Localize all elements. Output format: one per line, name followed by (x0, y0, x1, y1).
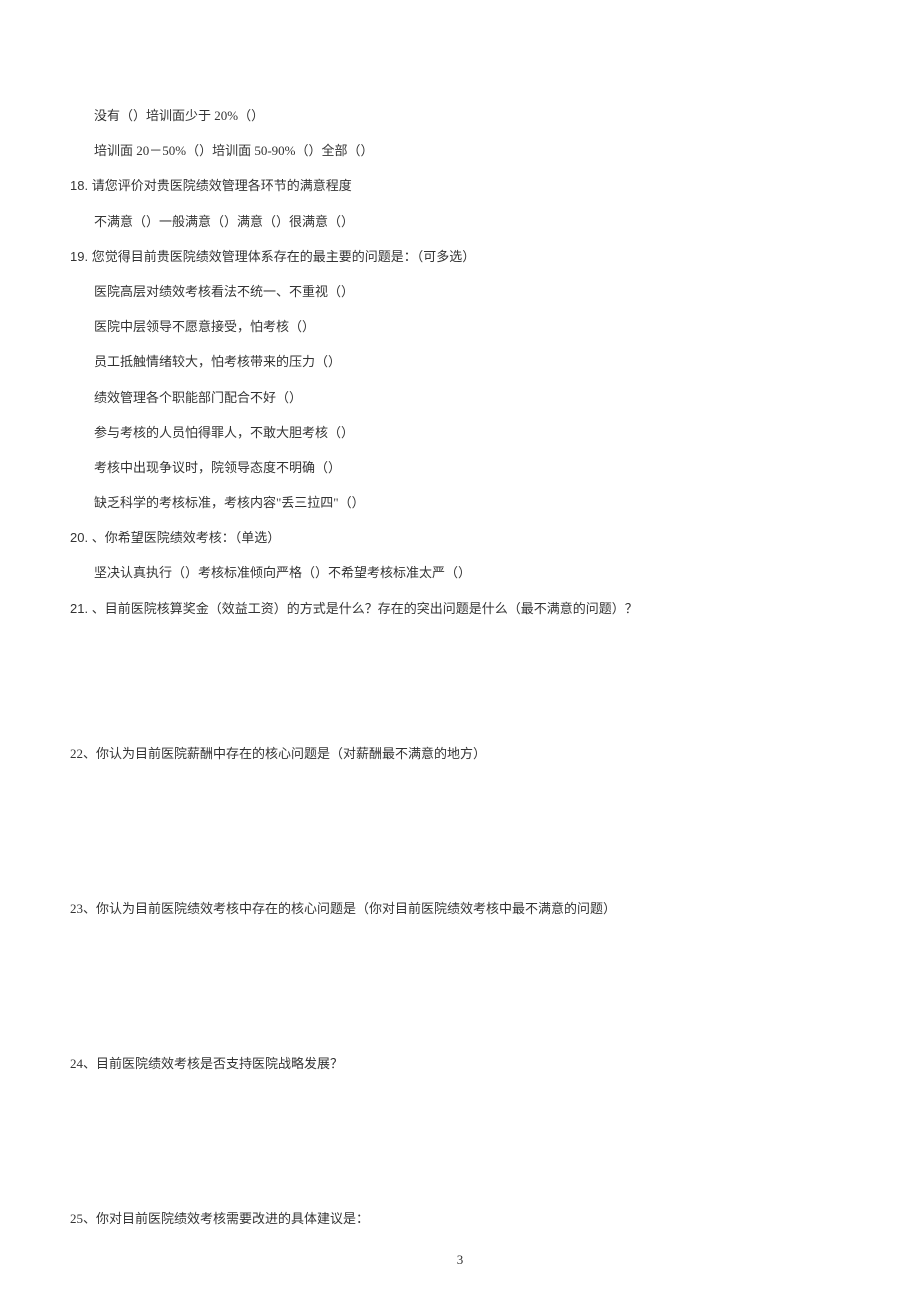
option-line: 不满意（）一般满意（）满意（）很满意（） (70, 206, 850, 237)
question-21: 21. 、目前医院核算奖金（效益工资）的方式是什么？存在的突出问题是什么（最不满… (70, 593, 850, 624)
option-line: 培训面 20－50%（）培训面 50-90%（）全部（） (70, 135, 850, 166)
question-25: 25、你对目前医院绩效考核需要改进的具体建议是： (70, 1203, 850, 1234)
option-line: 没有（）培训面少于 20%（） (70, 100, 850, 131)
question-number: 20. (70, 530, 92, 545)
answer-space (70, 773, 850, 893)
answer-space (70, 928, 850, 1048)
page-number: 3 (0, 1252, 920, 1268)
question-18: 18. 请您评价对贵医院绩效管理各环节的满意程度 (70, 170, 850, 201)
question-20: 20. 、你希望医院绩效考核：（单选） (70, 522, 850, 553)
option-line: 绩效管理各个职能部门配合不好（） (70, 382, 850, 413)
option-line: 坚决认真执行（）考核标准倾向严格（）不希望考核标准太严（） (70, 557, 850, 588)
question-19: 19. 您觉得目前贵医院绩效管理体系存在的最主要的问题是：（可多选） (70, 241, 850, 272)
option-line: 考核中出现争议时，院领导态度不明确（） (70, 452, 850, 483)
question-text: 、你希望医院绩效考核：（单选） (92, 530, 281, 545)
question-text: 、目前医院核算奖金（效益工资）的方式是什么？存在的突出问题是什么（最不满意的问题… (92, 601, 638, 616)
question-23: 23、你认为目前医院绩效考核中存在的核心问题是（你对目前医院绩效考核中最不满意的… (70, 893, 850, 924)
option-line: 参与考核的人员怕得罪人，不敢大胆考核（） (70, 417, 850, 448)
question-number: 18. (70, 178, 92, 193)
answer-space (70, 1083, 850, 1203)
option-line: 医院中层领导不愿意接受，怕考核（） (70, 311, 850, 342)
answer-space (70, 628, 850, 738)
question-22: 22、你认为目前医院薪酬中存在的核心问题是（对薪酬最不满意的地方） (70, 738, 850, 769)
question-number: 21. (70, 601, 92, 616)
document-content: 没有（）培训面少于 20%（） 培训面 20－50%（）培训面 50-90%（）… (70, 100, 850, 1235)
question-number: 19. (70, 249, 92, 264)
question-text: 您觉得目前贵医院绩效管理体系存在的最主要的问题是：（可多选） (92, 249, 476, 264)
option-line: 员工抵触情绪较大，怕考核带来的压力（） (70, 346, 850, 377)
option-line: 医院高层对绩效考核看法不统一、不重视（） (70, 276, 850, 307)
question-text: 请您评价对贵医院绩效管理各环节的满意程度 (92, 178, 352, 193)
question-24: 24、目前医院绩效考核是否支持医院战略发展？ (70, 1048, 850, 1079)
option-line: 缺乏科学的考核标准，考核内容"丢三拉四"（） (70, 487, 850, 518)
